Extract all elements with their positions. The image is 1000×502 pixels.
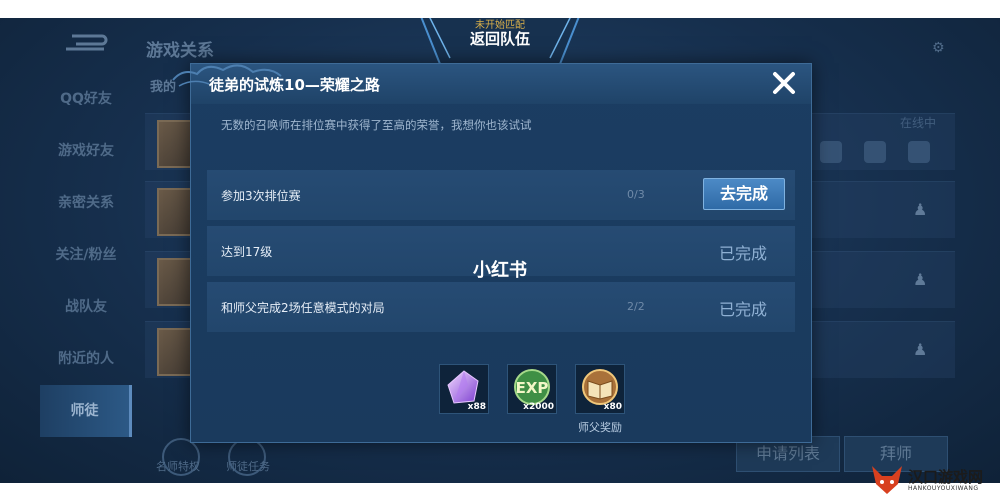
reward-tile: x80 bbox=[575, 364, 625, 414]
reward-item[interactable]: EXP x2000 bbox=[507, 364, 557, 414]
reward-item[interactable]: x88 bbox=[439, 364, 489, 414]
mentor-task-label: 师徒任务 bbox=[226, 460, 270, 473]
mentor-privilege-label: 名师特权 bbox=[156, 460, 200, 473]
task-progress: 0/3 bbox=[627, 188, 645, 201]
nav-item-game-friends[interactable]: 游戏好友 bbox=[40, 125, 132, 177]
dialog-description: 无数的召唤师在排位赛中获得了至高的荣誉，我想你也该试试 bbox=[221, 118, 532, 132]
reward-caption: 师父奖励 bbox=[578, 421, 622, 434]
reward-item[interactable]: x80 师父奖励 bbox=[575, 364, 625, 434]
task-label: 和师父完成2场任意模式的对局 bbox=[221, 301, 385, 315]
nav-item-mentorship[interactable]: 师徒 bbox=[40, 385, 132, 437]
fox-logo-icon bbox=[872, 466, 902, 494]
return-to-team-label: 返回队伍 bbox=[469, 30, 530, 48]
task-completed-label: 已完成 bbox=[718, 244, 767, 263]
site-logo: 汉口游戏网 HANKOUYOUXIWANG bbox=[868, 462, 996, 498]
task-label: 达到17级 bbox=[221, 245, 273, 259]
nav-item-team-friends[interactable]: 战队友 bbox=[40, 281, 132, 333]
add-friend-icon[interactable]: ♟ bbox=[913, 270, 933, 290]
close-icon[interactable] bbox=[769, 68, 799, 98]
task-row: 和师父完成2场任意模式的对局 2/2 已完成 bbox=[207, 282, 795, 332]
site-logo-name: 汉口游戏网 bbox=[908, 468, 984, 486]
nav-item-follow[interactable]: 关注/粉丝 bbox=[40, 229, 132, 281]
quest-dialog: 徒弟的试炼10—荣耀之路 无数的召唤师在排位赛中获得了至高的荣誉，我想你也该试试… bbox=[172, 63, 812, 443]
nav-item-nearby[interactable]: 附近的人 bbox=[40, 333, 132, 385]
nav-item-intimate[interactable]: 亲密关系 bbox=[40, 177, 132, 229]
back-arrow-icon[interactable] bbox=[62, 32, 108, 54]
reward-count: x88 bbox=[467, 402, 486, 412]
task-completed-label: 已完成 bbox=[718, 300, 767, 319]
reward-count: x2000 bbox=[523, 402, 554, 412]
watermark-label: 小红书 bbox=[473, 260, 527, 281]
svg-text:EXP: EXP bbox=[516, 379, 549, 397]
settings-icon[interactable]: ⚙ bbox=[932, 40, 945, 56]
site-logo-sub: HANKOUYOUXIWANG bbox=[908, 485, 979, 492]
task-row: 参加3次排位赛 0/3 去完成 bbox=[207, 170, 795, 220]
task-progress: 2/2 bbox=[627, 300, 645, 313]
nav-item-qq-friends[interactable]: QQ好友 bbox=[40, 73, 132, 125]
reward-count: x80 bbox=[603, 402, 622, 412]
dialog-title: 徒弟的试炼10—荣耀之路 bbox=[209, 76, 380, 94]
reward-list: x88 EXP x2000 x80 师父奖励 bbox=[439, 364, 625, 434]
game-screen: 游戏关系 我的 ⚙ QQ好友 游戏好友 亲密关系 关注/粉丝 战队友 附近的人 … bbox=[0, 18, 1000, 483]
reward-tile: EXP x2000 bbox=[507, 364, 557, 414]
reward-tile: x88 bbox=[439, 364, 489, 414]
task-label: 参加3次排位赛 bbox=[221, 189, 301, 203]
go-complete-button[interactable]: 去完成 bbox=[703, 178, 785, 210]
add-friend-icon[interactable]: ♟ bbox=[913, 200, 933, 220]
left-nav: QQ好友 游戏好友 亲密关系 关注/粉丝 战队友 附近的人 师徒 bbox=[40, 73, 132, 437]
add-friend-icon[interactable]: ♟ bbox=[913, 340, 933, 360]
